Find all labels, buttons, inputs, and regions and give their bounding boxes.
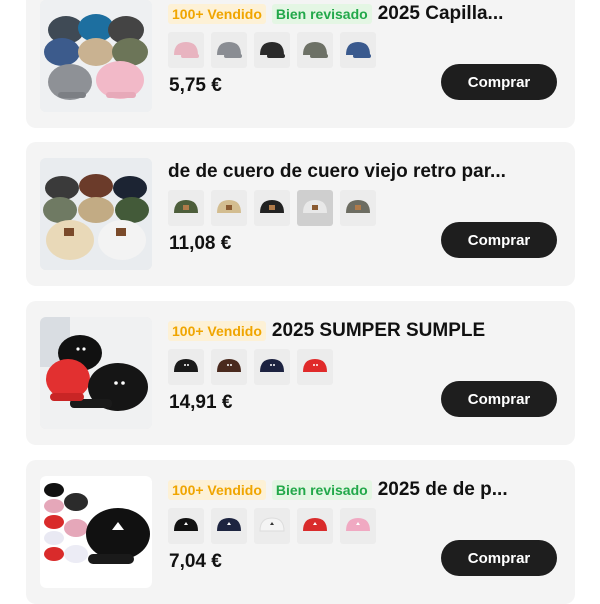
variant-swatch[interactable] bbox=[168, 32, 204, 68]
buy-button[interactable]: Comprar bbox=[441, 540, 557, 576]
variant-swatches bbox=[168, 508, 376, 546]
variant-swatch[interactable] bbox=[211, 32, 247, 68]
variant-swatch[interactable] bbox=[297, 32, 333, 68]
variant-swatch[interactable] bbox=[211, 508, 247, 544]
variant-swatch[interactable] bbox=[254, 190, 290, 226]
variant-swatch[interactable] bbox=[254, 32, 290, 68]
variant-swatch[interactable] bbox=[211, 190, 247, 226]
variant-swatch[interactable] bbox=[340, 32, 376, 68]
product-image[interactable] bbox=[40, 158, 152, 270]
product-image[interactable] bbox=[40, 317, 152, 429]
caps-pile-image-2 bbox=[40, 158, 152, 270]
reviewed-badge: Bien revisado bbox=[271, 4, 372, 24]
variant-swatch[interactable] bbox=[340, 190, 376, 226]
buy-button[interactable]: Comprar bbox=[441, 381, 557, 417]
product-price: 5,75 € bbox=[169, 75, 222, 96]
product-title[interactable]: 2025 SUMPER SUMPLE bbox=[272, 320, 563, 342]
buy-button[interactable]: Comprar bbox=[441, 222, 557, 258]
sold-badge: 100+ Vendido bbox=[168, 480, 266, 500]
variant-swatch[interactable] bbox=[297, 508, 333, 544]
sold-badge: 100+ Vendido bbox=[168, 4, 266, 24]
product-image[interactable] bbox=[40, 476, 152, 588]
caps-pile-image-3 bbox=[40, 317, 152, 429]
buy-button[interactable]: Comprar bbox=[441, 64, 557, 100]
product-title[interactable]: 2025 Capilla... bbox=[378, 3, 563, 25]
product-card[interactable]: 100+ Vendido Bien revisado 2025 Capilla.… bbox=[26, 0, 575, 128]
product-title[interactable]: de de cuero de cuero viejo retro par... bbox=[168, 161, 563, 183]
product-card[interactable]: 100+ Vendido 2025 SUMPER SUMPLE 14,91 € … bbox=[26, 301, 575, 445]
variant-swatch[interactable] bbox=[254, 508, 290, 544]
variant-swatch[interactable] bbox=[168, 190, 204, 226]
sold-badge: 100+ Vendido bbox=[168, 321, 266, 341]
product-card[interactable]: 100+ Vendido Bien revisado 2025 de de p.… bbox=[26, 460, 575, 604]
product-price: 14,91 € bbox=[169, 392, 233, 413]
product-title[interactable]: 2025 de de p... bbox=[378, 479, 563, 501]
variant-swatch[interactable] bbox=[168, 508, 204, 544]
variant-swatches bbox=[168, 349, 333, 387]
variant-swatch[interactable] bbox=[254, 349, 290, 385]
product-image[interactable] bbox=[40, 0, 152, 112]
variant-swatch[interactable] bbox=[297, 349, 333, 385]
variant-swatches bbox=[168, 32, 376, 70]
caps-pile-image-4 bbox=[40, 476, 152, 588]
reviewed-badge: Bien revisado bbox=[271, 480, 372, 500]
product-price: 11,08 € bbox=[169, 233, 232, 254]
variant-swatch[interactable] bbox=[211, 349, 247, 385]
product-price: 7,04 € bbox=[169, 551, 222, 572]
variant-swatch-selected[interactable] bbox=[297, 190, 333, 226]
caps-pile-image-1 bbox=[40, 0, 152, 112]
product-card[interactable]: de de cuero de cuero viejo retro par... … bbox=[26, 142, 575, 286]
variant-swatch[interactable] bbox=[340, 508, 376, 544]
variant-swatch[interactable] bbox=[168, 349, 204, 385]
variant-swatches bbox=[168, 190, 376, 228]
